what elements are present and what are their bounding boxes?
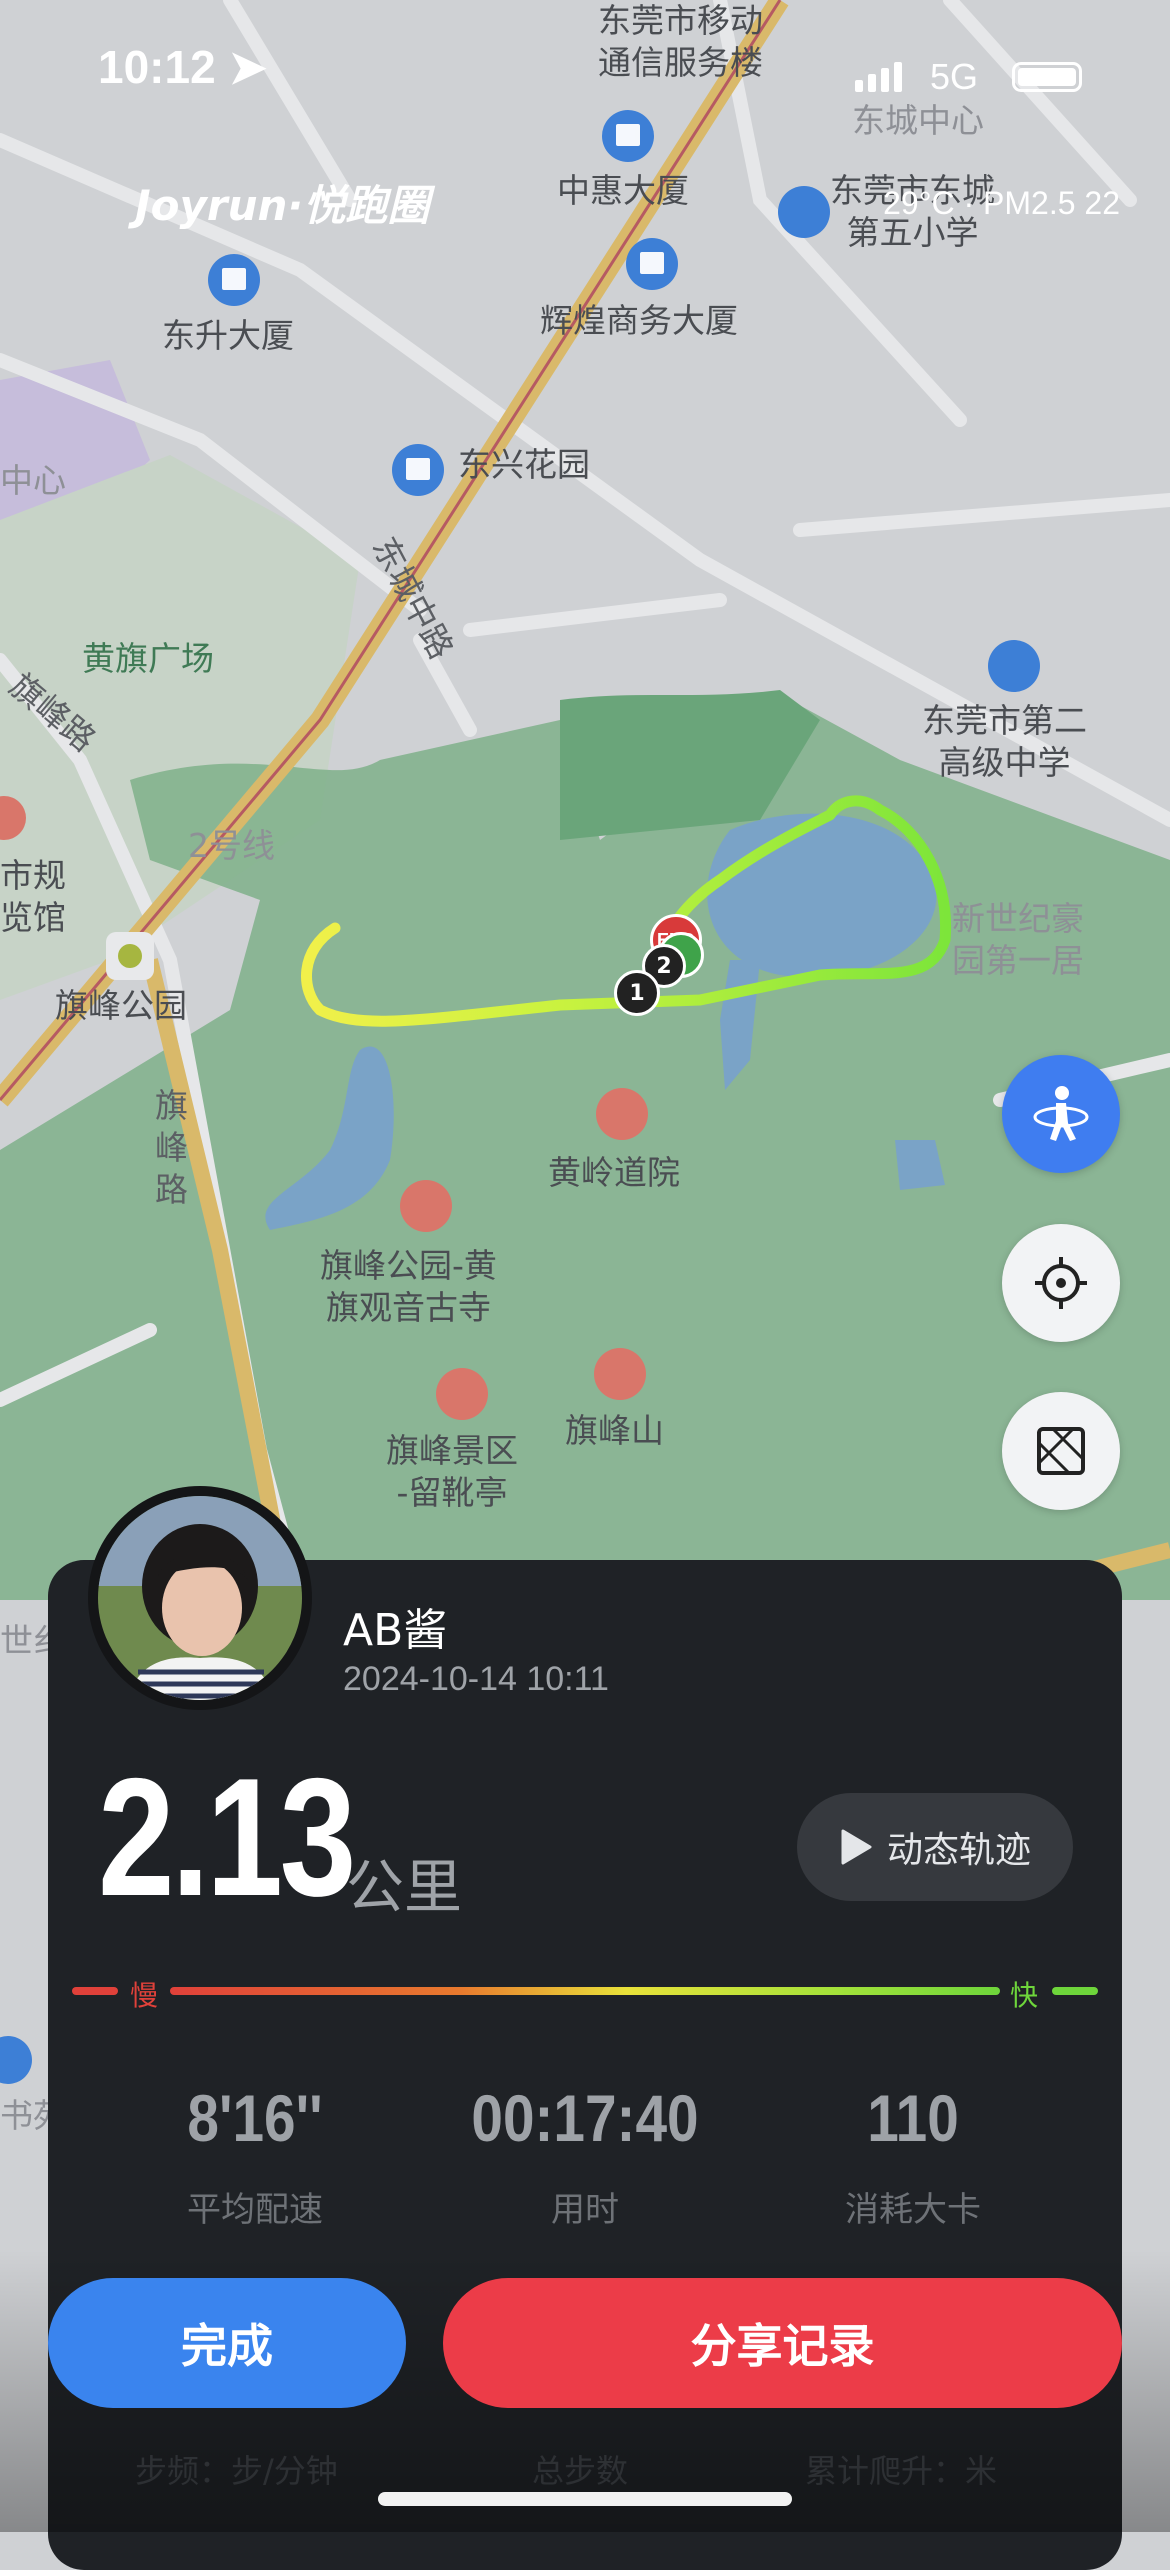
stat-value: 00:17:40 [471,2081,699,2155]
map-label[interactable]: 东兴花园 [458,444,590,486]
map-label[interactable]: 旗峰公园-黄 旗观音古寺 [320,1245,497,1329]
map-label[interactable]: 东莞市第二 高级中学 [922,700,1087,784]
replay-track-label: 动态轨迹 [886,1830,1031,1871]
location-arrow-icon: ➤ [228,41,267,93]
avatar[interactable] [88,1486,312,1710]
pace-legend-bar [72,1987,1098,1995]
status-time: 10:12 ➤ [98,41,267,93]
map-label[interactable]: 市规 览馆 [0,855,66,939]
pace-fast-label: 快 [1010,1979,1039,2012]
map-label[interactable]: 旗 峰 路 [155,1085,188,1211]
weather-info: 29°C · PM2.5 22 [883,185,1120,221]
map-label[interactable]: 旗峰山 [565,1410,664,1452]
signal-icon [855,62,902,92]
locate-button[interactable] [1002,1224,1120,1342]
total-steps-label: 总步数 [532,2452,629,2490]
map-label[interactable]: 旗峰景区 -留靴亭 [386,1430,518,1514]
stat-value: 110 [867,2081,959,2155]
done-button[interactable]: 完成 [48,2278,406,2408]
battery-icon [1012,62,1082,92]
map-label[interactable]: 2号线 [188,825,275,867]
pace-slow-label: 慢 [130,1979,159,2012]
share-button[interactable]: 分享记录 [443,2278,1122,2408]
stat-calories: 110 消耗大卡 [748,2080,1078,2231]
map-label[interactable]: 中惠大厦 [557,170,689,212]
user-photo [98,1496,302,1700]
map-label[interactable]: 东莞市移动 通信服务楼 [598,0,763,84]
run-mode-icon [1033,1086,1089,1141]
run-datetime: 2024-10-14 10:11 [343,1660,609,1698]
map-label[interactable]: 黄岭道院 [548,1152,680,1194]
locate-icon [1035,1257,1087,1309]
map-layer-icon [1037,1427,1085,1475]
map-layer-button[interactable] [1002,1392,1120,1510]
map-label[interactable]: 新世纪豪 园第一居 [952,898,1084,982]
elevation-gain-label: 累计爬升：米 [805,2452,998,2490]
play-icon [841,1829,872,1865]
home-indicator[interactable] [378,2492,792,2506]
stat-label: 用时 [551,2190,619,2230]
map-label[interactable]: 东城中心 [852,100,984,142]
map-label[interactable]: 辉煌商务大厦 [540,300,738,342]
replay-track-button[interactable]: 动态轨迹 [797,1793,1073,1901]
user-name: AB酱 [343,1605,448,1656]
stat-avg-pace: 8'16'' 平均配速 [90,2080,420,2231]
map-label[interactable]: 东升大厦 [162,315,294,357]
stat-value: 8'16'' [187,2081,323,2155]
stat-label: 平均配速 [187,2190,323,2230]
map-label[interactable]: 旗峰公园 [55,985,187,1027]
km-marker-1: 1 [614,970,660,1016]
map-label[interactable]: 中心 [0,460,66,502]
stat-duration: 00:17:40 用时 [420,2080,750,2231]
map-label[interactable]: 黄旗广场 [82,638,214,680]
cadence-label: 步频：步/分钟 [135,2452,338,2490]
distance-value: 2.13 [98,1743,356,1931]
run-summary-card [48,1560,1122,2570]
distance-unit: 公里 [346,1853,463,1921]
run-mode-button[interactable] [1002,1055,1120,1173]
network-type: 5G [930,56,979,97]
app-logo: Joyrun·悦跑圈 [135,181,430,230]
stat-label: 消耗大卡 [845,2190,981,2230]
